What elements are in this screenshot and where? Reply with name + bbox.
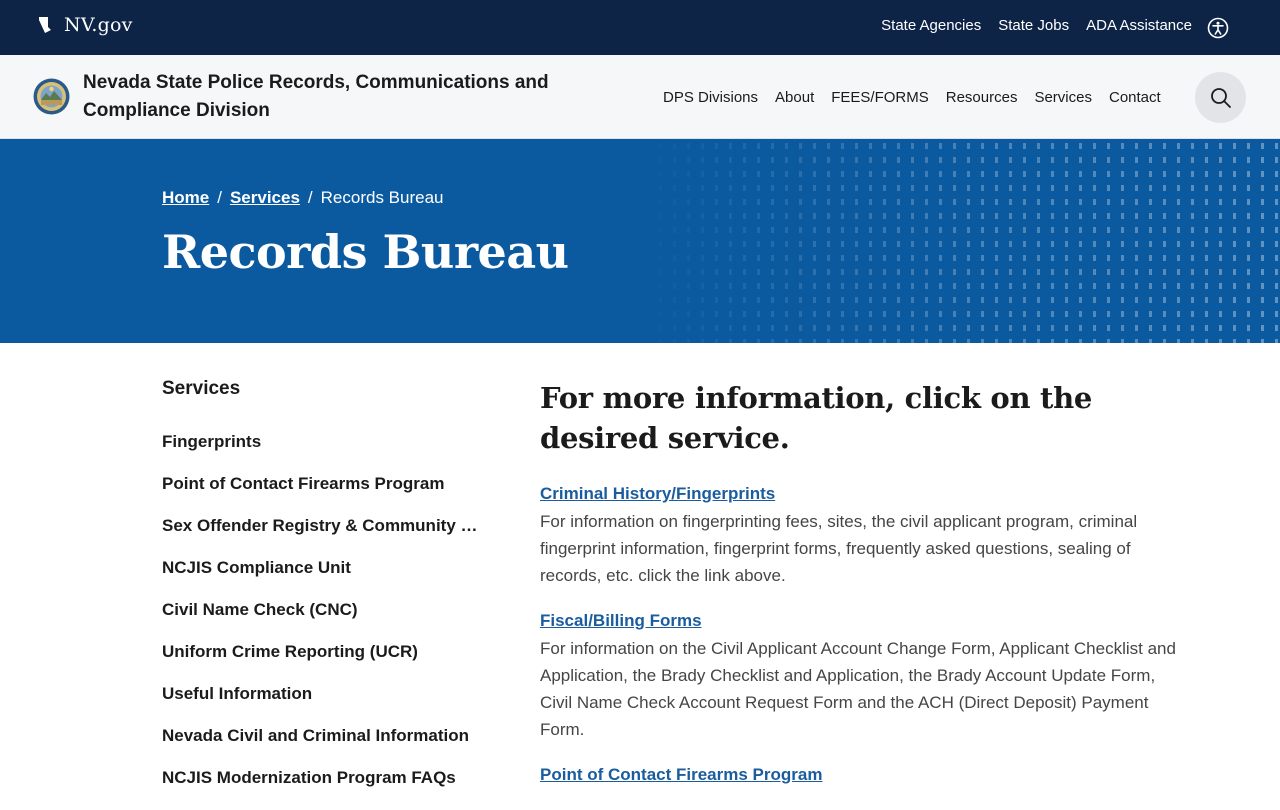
breadcrumb-current: Records Bureau	[320, 188, 444, 207]
nav-services[interactable]: Services	[1034, 89, 1092, 106]
site-title[interactable]: Nevada State Police Records, Communicati…	[83, 69, 603, 125]
service-description: For information on the Civil Applicant A…	[540, 639, 1176, 739]
nvgov-brand[interactable]: NV.gov	[38, 14, 133, 36]
breadcrumb-separator: /	[307, 188, 313, 207]
service-link-fiscal-billing[interactable]: Fiscal/Billing Forms	[540, 611, 1180, 631]
utility-links: State Agencies State Jobs ADA Assistance	[881, 17, 1192, 34]
main-content: For more information, click on the desir…	[540, 378, 1180, 789]
accessibility-icon[interactable]	[1207, 17, 1229, 39]
nav-resources[interactable]: Resources	[946, 89, 1018, 106]
sidebar-item-ncjis-compliance[interactable]: NCJIS Compliance Unit	[162, 558, 482, 600]
service-link-firearms-program[interactable]: Point of Contact Firearms Program	[540, 765, 1180, 785]
sidebar-item-sex-offender-registry[interactable]: Sex Offender Registry & Community Notifi…	[162, 516, 482, 558]
ada-assistance-link[interactable]: ADA Assistance	[1086, 17, 1192, 34]
service-link-criminal-history[interactable]: Criminal History/Fingerprints	[540, 484, 1180, 504]
sidebar-item-firearms-program[interactable]: Point of Contact Firearms Program	[162, 474, 482, 516]
nav-about[interactable]: About	[775, 89, 814, 106]
nav-contact[interactable]: Contact	[1109, 89, 1161, 106]
search-button[interactable]	[1195, 72, 1246, 123]
nevada-state-icon	[39, 17, 51, 33]
state-agencies-link[interactable]: State Agencies	[881, 17, 981, 34]
sidebar-item-fingerprints[interactable]: Fingerprints	[162, 432, 482, 474]
services-sidebar: Services Fingerprints Point of Contact F…	[162, 378, 492, 810]
breadcrumb: Home / Services / Records Bureau	[162, 188, 444, 208]
nevada-seal-logo[interactable]	[33, 78, 70, 115]
site-header: Nevada State Police Records, Communicati…	[0, 55, 1280, 139]
breadcrumb-home[interactable]: Home	[162, 188, 209, 208]
page-title: Records Bureau	[162, 225, 569, 279]
hero-banner: Home / Services / Records Bureau Records…	[0, 139, 1280, 343]
state-jobs-link[interactable]: State Jobs	[998, 17, 1069, 34]
hero-dot-pattern	[640, 139, 1280, 343]
nvgov-label: NV.gov	[64, 14, 133, 36]
sidebar-item-ucr[interactable]: Uniform Crime Reporting (UCR)	[162, 642, 482, 684]
breadcrumb-services[interactable]: Services	[230, 188, 300, 208]
sidebar-item-ncjis-faqs[interactable]: NCJIS Modernization Program FAQs	[162, 768, 482, 810]
utility-bar: NV.gov State Agencies State Jobs ADA Ass…	[0, 0, 1280, 55]
search-icon	[1210, 87, 1231, 108]
main-nav: DPS Divisions About FEES/FORMS Resources…	[663, 89, 1161, 106]
sidebar-item-useful-information[interactable]: Useful Information	[162, 684, 482, 726]
sidebar-item-civil-name-check[interactable]: Civil Name Check (CNC)	[162, 600, 482, 642]
service-description: For information on fingerprinting fees, …	[540, 512, 1138, 585]
content-heading: For more information, click on the desir…	[540, 381, 1093, 455]
sidebar-heading: Services	[162, 378, 241, 399]
nav-fees-forms[interactable]: FEES/FORMS	[831, 89, 929, 106]
nav-dps-divisions[interactable]: DPS Divisions	[663, 89, 758, 106]
sidebar-item-civil-criminal-info[interactable]: Nevada Civil and Criminal Information	[162, 726, 482, 768]
breadcrumb-separator: /	[217, 188, 222, 207]
